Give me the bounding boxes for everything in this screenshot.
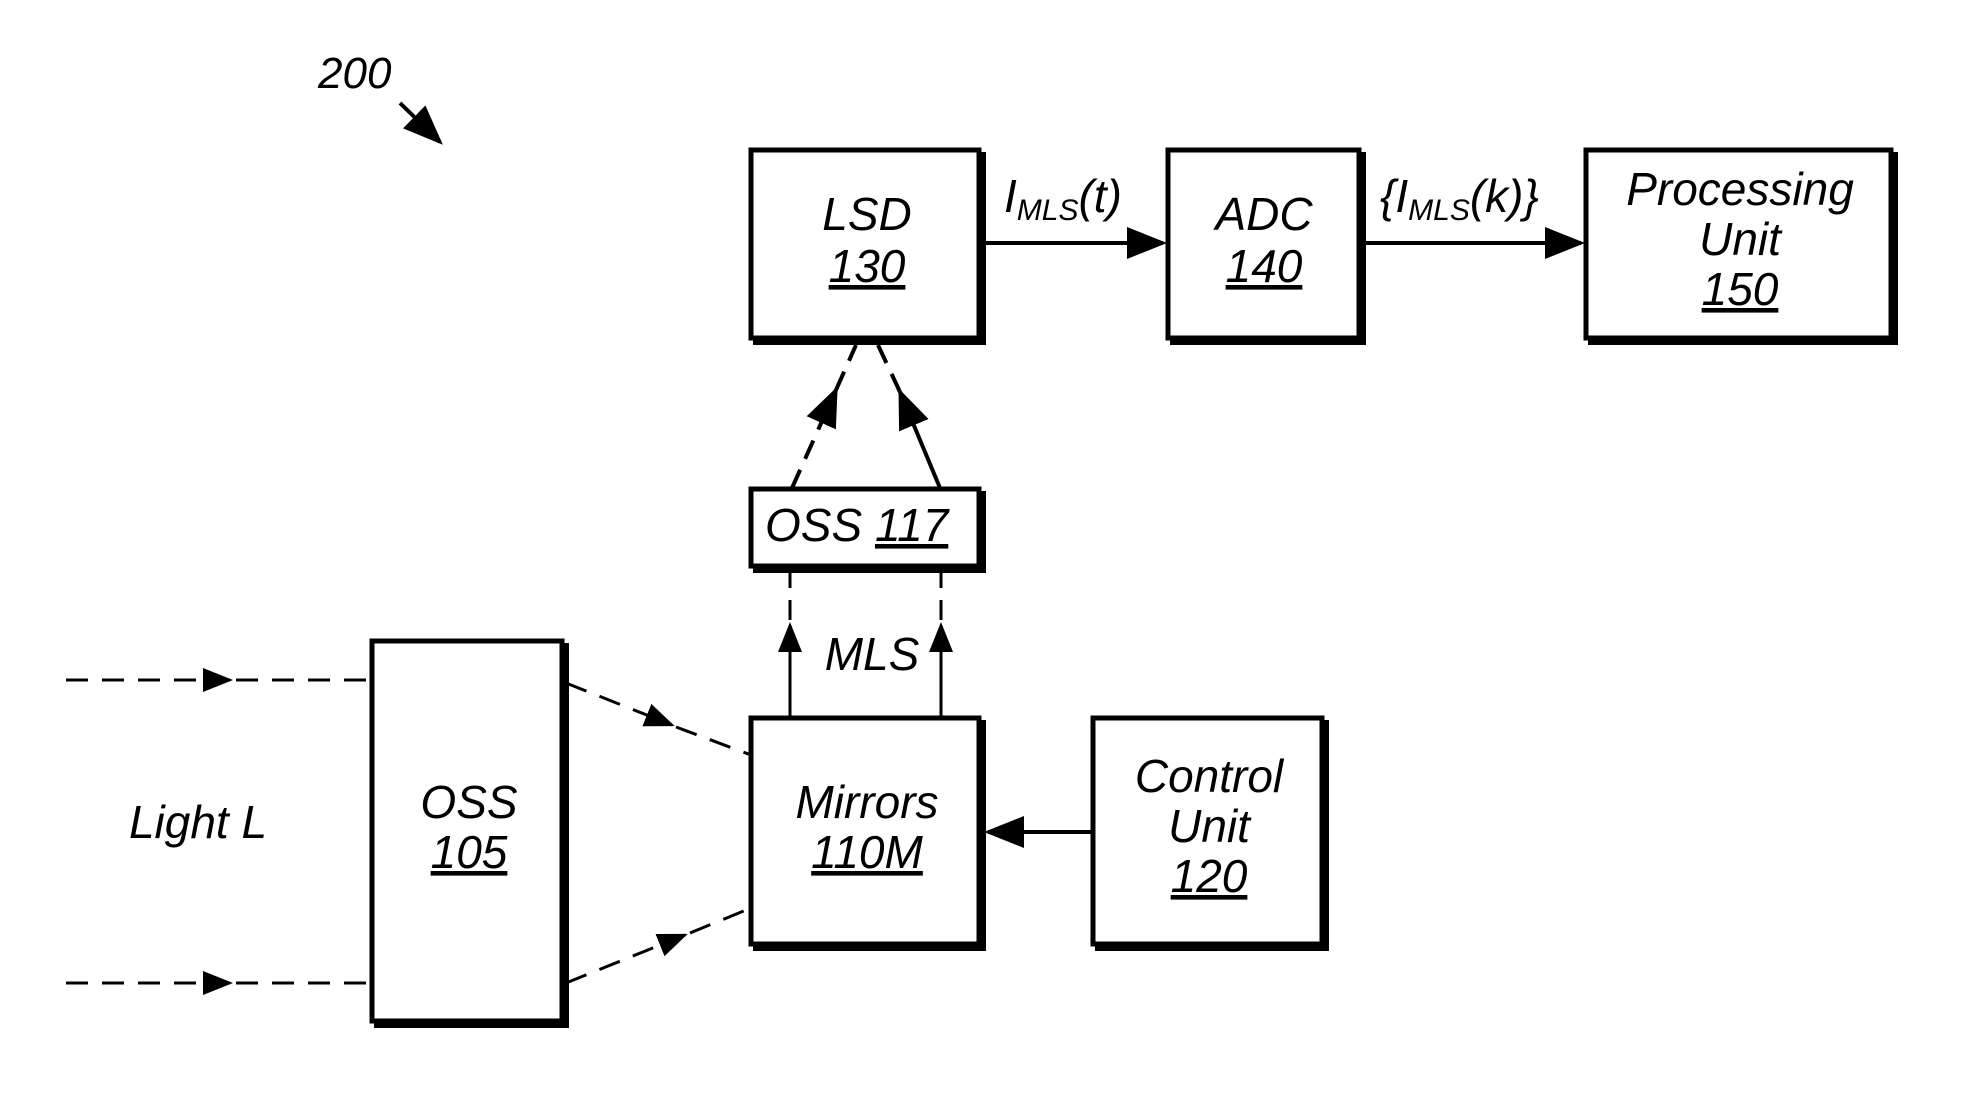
beam-oss117-to-lsd-right [898, 388, 942, 489]
lsd-number: 130 [829, 240, 906, 292]
control-unit-block: Control Unit 120 [1090, 715, 1329, 951]
mirrors-label: Mirrors [795, 776, 938, 828]
oss105-label: OSS [420, 776, 517, 828]
adc-number: 140 [1226, 240, 1303, 292]
figure-ref-arrow [398, 101, 443, 145]
lsd-block: LSD 130 [748, 147, 986, 345]
oss117-block: OSS 117 [748, 486, 986, 573]
mirrors-number: 110M [811, 826, 923, 878]
lsd-label: LSD [822, 188, 911, 240]
light-label: Light L [129, 796, 267, 848]
pu-number: 150 [1702, 263, 1779, 315]
oss105-block: OSS 105 [369, 638, 569, 1028]
beam-oss105-to-mirrors-bottom-tail [689, 906, 752, 935]
beam-oss117-to-lsd-right-tail [876, 344, 902, 393]
oss105-number: 105 [431, 826, 508, 878]
signal-imls-t: IMLS(t) [1004, 170, 1122, 227]
control-label-line1: Control [1135, 750, 1285, 802]
signal-imls-k: {IMLS(k)} [1380, 170, 1539, 227]
pu-label-line1: Processing [1626, 163, 1854, 215]
beam-oss117-to-lsd-left [790, 386, 838, 489]
beam-oss105-to-mirrors-bottom [565, 933, 688, 985]
adc-block: ADC 140 [1165, 147, 1366, 345]
beam-oss105-to-mirrors-top [565, 681, 675, 727]
control-number: 120 [1171, 850, 1248, 902]
oss117-label: OSS 117 [765, 499, 950, 551]
figure-ref-number: 200 [317, 49, 392, 98]
diagram-canvas: 200 LSD 130 ADC 140 Processing Unit 150 … [66, 49, 1898, 1028]
beam-oss105-to-mirrors-top-tail [675, 725, 752, 757]
beam-oss117-to-lsd-left-tail [834, 344, 858, 391]
adc-label: ADC [1212, 188, 1313, 240]
mls-label: MLS [825, 628, 920, 680]
processing-unit-block: Processing Unit 150 [1583, 147, 1898, 345]
mirrors-block: Mirrors 110M [748, 715, 986, 951]
pu-label-line2: Unit [1699, 213, 1783, 265]
control-label-line2: Unit [1168, 800, 1252, 852]
